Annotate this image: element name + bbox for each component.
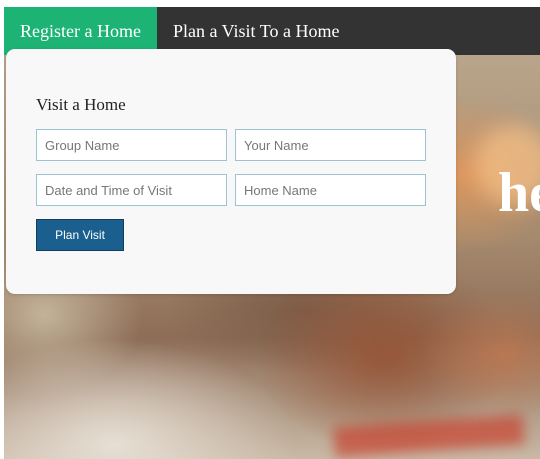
form-title: Visit a Home: [36, 95, 126, 114]
visit-form-card: Visit a Home Plan Visit: [6, 49, 456, 294]
hero-heading: he: [498, 162, 540, 224]
hero-stripe: [333, 414, 525, 458]
group-name-input[interactable]: [36, 129, 227, 161]
nav-tabs: Register a Home Plan a Visit To a Home: [4, 7, 355, 55]
plan-visit-button[interactable]: Plan Visit: [36, 219, 124, 251]
app-frame: he Register a Home Plan a Visit To a Hom…: [4, 7, 540, 459]
tab-register-a-home[interactable]: Register a Home: [4, 7, 157, 55]
date-time-input[interactable]: [36, 174, 227, 206]
tab-plan-a-visit[interactable]: Plan a Visit To a Home: [157, 7, 355, 55]
home-name-input[interactable]: [235, 174, 426, 206]
your-name-input[interactable]: [235, 129, 426, 161]
